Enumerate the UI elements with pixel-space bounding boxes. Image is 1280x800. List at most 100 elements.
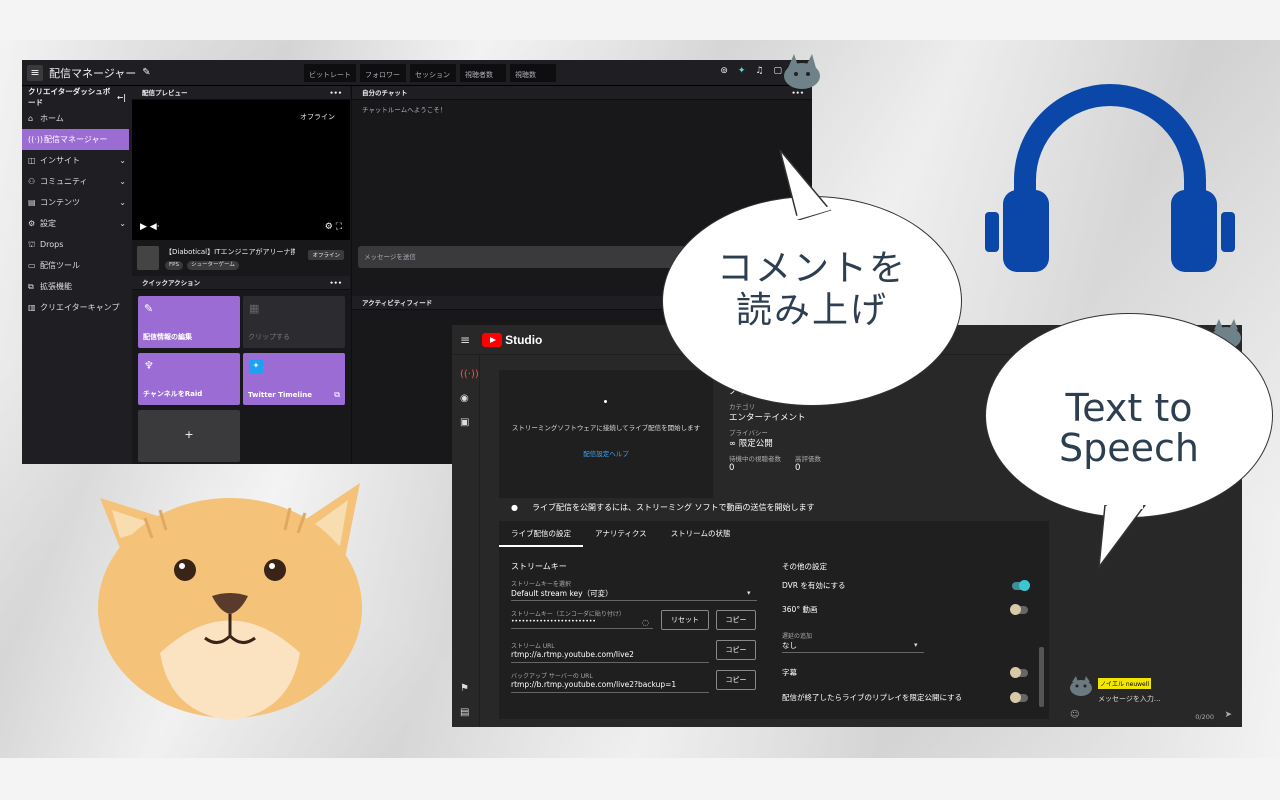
char-count: 0/200 <box>1195 713 1214 721</box>
bell-icon[interactable]: ♫ <box>755 66 763 76</box>
stream-key-select[interactable]: Default stream key（可変） <box>511 588 613 599</box>
stats-bar: ビットレート フォロワー セッション 視聴者数 視聴数 <box>304 64 556 82</box>
stat-viewers: 視聴者数 <box>460 64 506 82</box>
settings-scrollbar[interactable] <box>1039 647 1044 707</box>
sidebar-heading: クリエイターダッシュボード ←| <box>28 87 126 107</box>
send-icon[interactable]: ➤ <box>1224 710 1232 720</box>
stream-key-field[interactable]: •••••••••••••••••••••••• <box>511 618 596 625</box>
menu-icon[interactable]: ≡ <box>460 333 470 347</box>
more-icon[interactable]: ••• <box>330 86 342 100</box>
drops-icon: ⛫ <box>28 239 36 249</box>
sidebar-item-content[interactable]: ▤ コンテンツ ⌄ <box>22 192 132 213</box>
raid-icon: ♆ <box>144 359 154 372</box>
sidebar-item-drops[interactable]: ⛫ Drops <box>22 234 132 255</box>
stat-followers: フォロワー <box>360 64 406 82</box>
settings-tabs: ライブ配信の設定 アナリティクス ストリームの状態 <box>499 521 1049 547</box>
play-icon[interactable]: ▶ <box>140 222 147 232</box>
vr360-toggle[interactable] <box>1010 604 1028 615</box>
privacy-value: ∞ 限定公開 <box>729 439 773 449</box>
insights-icon: ◫ <box>28 156 36 165</box>
vr360-label: 360° 動画 <box>782 605 818 614</box>
stream-preview: ストリーミングソフトウェアに接続してライブ配信を開始します 配信設定ヘルプ <box>499 370 713 498</box>
feedback-icon[interactable]: ⚑ <box>460 683 469 694</box>
menu-icon[interactable]: ≡ <box>27 64 43 81</box>
connect-software-text: ストリーミングソフトウェアに接続してライブ配信を開始します <box>511 424 701 432</box>
help-icon[interactable]: ⊚ <box>720 66 728 76</box>
sidebar-item-settings[interactable]: ⚙ 設定 ⌄ <box>22 213 132 234</box>
other-settings-heading: その他の設定 <box>782 562 827 571</box>
volume-icon[interactable]: ◀· <box>150 222 160 232</box>
stream-settings-panel: ストリームキー ストリームキーを選択 Default stream key（可変… <box>499 547 1049 719</box>
setup-help-link[interactable]: 配信設定ヘルプ <box>499 448 713 458</box>
popout-icon: ⧉ <box>334 390 340 399</box>
sidebar-item-stream-tools[interactable]: ▭ 配信ツール <box>22 255 132 276</box>
quick-action-twitter-timeline[interactable]: ✦ Twitter Timeline ⧉ <box>243 353 345 405</box>
player-controls-left: ▶ ◀· <box>140 222 160 232</box>
broadcast-icon: ((·)) <box>28 135 44 144</box>
sidebar-item-home[interactable]: ⌂ ホーム <box>22 108 132 129</box>
chat-input[interactable]: メッセージを送信 <box>358 246 688 268</box>
collapse-icon[interactable]: ←| <box>117 93 126 102</box>
backup-url-label: バックアップ サーバーの URL <box>511 673 593 680</box>
bubble-tail-2 <box>1097 505 1146 570</box>
edit-icon[interactable]: ✎ <box>142 67 150 78</box>
more-icon[interactable]: ••• <box>330 276 342 290</box>
copy-url-button[interactable]: コピー <box>716 640 756 660</box>
youtube-logo-icon[interactable] <box>482 332 503 347</box>
report-icon[interactable]: ▤ <box>460 707 469 718</box>
video-player[interactable]: オフライン ▶ ◀· ⚙ ⛶ <box>132 100 350 240</box>
stat-views: 視聴数 <box>510 64 556 82</box>
url-underline <box>511 662 709 663</box>
stream-url-field[interactable]: rtmp://a.rtmp.youtube.com/live2 <box>511 650 634 659</box>
bubble-text-japanese: コメントを 読み上げ <box>716 248 907 331</box>
gear-icon[interactable]: ⚙ <box>325 222 333 232</box>
bottom-band <box>0 758 1280 800</box>
copy-backup-button[interactable]: コピー <box>716 670 756 690</box>
toggle-knob <box>1019 580 1030 591</box>
privacy-label: プライバシー <box>729 429 768 437</box>
url-label: ストリーム URL <box>511 643 555 650</box>
copy-key-button[interactable]: コピー <box>716 610 756 630</box>
dropdown-arrow-icon: ▾ <box>747 589 751 597</box>
status-dot-icon: ● <box>511 503 518 512</box>
stream-key-heading: ストリームキー <box>511 562 567 571</box>
chat-input[interactable]: メッセージを入力... <box>1098 694 1161 704</box>
page-title: 配信マネージャー <box>49 66 137 80</box>
calendar-icon[interactable]: ▣ <box>460 417 469 428</box>
tag-shooter[interactable]: シューターゲーム <box>187 261 239 270</box>
quick-action-raid[interactable]: ♆ チャンネルをRaid <box>138 353 240 405</box>
delay-select[interactable]: なし <box>782 640 797 651</box>
dvr-toggle[interactable] <box>1012 580 1030 591</box>
sidebar-item-community[interactable]: ⚇ コミュニティ ⌄ <box>22 171 132 192</box>
sparkle-icon[interactable]: ✦ <box>738 66 746 76</box>
quick-action-clip[interactable]: ▦ クリップする <box>243 296 345 348</box>
eye-off-icon[interactable]: ◌ <box>642 618 649 627</box>
player-controls-right: ⚙ ⛶ <box>325 222 342 232</box>
category-value: エンターテイメント <box>729 413 806 423</box>
panel-heading: クイックアクション ••• <box>132 276 350 290</box>
live-stream-icon[interactable]: ((·)) <box>460 369 479 380</box>
tab-analytics[interactable]: アナリティクス <box>583 521 659 547</box>
tab-stream-settings[interactable]: ライブ配信の設定 <box>499 521 583 547</box>
cat-sticker-icon <box>784 54 820 89</box>
sidebar-item-extensions[interactable]: ⧉ 拡張機能 <box>22 276 132 297</box>
camera-icon[interactable]: ◉ <box>460 393 469 404</box>
replay-toggle[interactable] <box>1010 692 1028 703</box>
cat-avatar-icon <box>1070 676 1092 696</box>
chevron-down-icon: ⌄ <box>119 198 126 207</box>
emoji-icon[interactable]: ☺ <box>1070 710 1079 720</box>
quick-action-edit-stream-info[interactable]: ✎ 配信情報の編集 <box>138 296 240 348</box>
loading-dot <box>604 400 607 403</box>
captions-toggle[interactable] <box>1010 667 1028 678</box>
fullscreen-icon[interactable]: ⛶ <box>336 222 342 232</box>
sidebar-item-insights[interactable]: ◫ インサイト ⌄ <box>22 150 132 171</box>
tag-fps[interactable]: FPS <box>165 261 183 270</box>
reset-button[interactable]: リセット <box>661 610 709 630</box>
sidebar-item-stream-manager[interactable]: ((·)) 配信マネージャー <box>22 129 129 150</box>
stream-info: 【Diabotical】ITエンジニアがアリーナ携... FPS シューターゲー… <box>132 240 350 276</box>
dvr-label: DVR を有効にする <box>782 581 846 590</box>
quick-action-add[interactable]: + <box>138 410 240 462</box>
tab-stream-health[interactable]: ストリームの状態 <box>659 521 743 547</box>
backup-url-field[interactable]: rtmp://b.rtmp.youtube.com/live2?backup=1 <box>511 680 676 689</box>
sidebar-item-creator-camp[interactable]: ▥ クリエイターキャンプ <box>22 297 132 318</box>
